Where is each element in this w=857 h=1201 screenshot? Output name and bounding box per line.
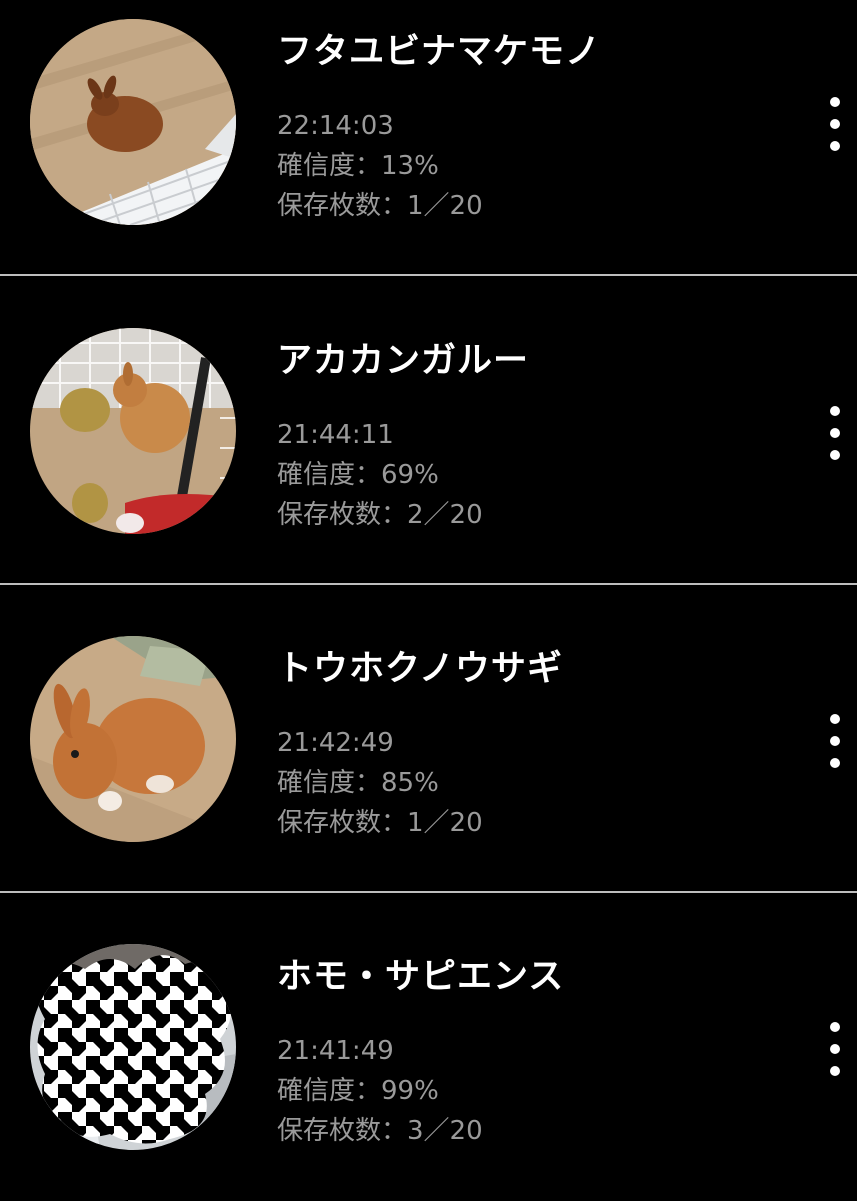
result-details: 21:44:11 確信度：69% 保存枚数：2／20 <box>277 415 483 535</box>
list-item[interactable]: アカカンガルー 21:44:11 確信度：69% 保存枚数：2／20 <box>0 277 857 585</box>
more-vertical-icon[interactable] <box>815 404 855 466</box>
thumbnail-image <box>30 19 236 225</box>
list-item[interactable]: ホモ・サピエンス 21:41:49 確信度：99% 保存枚数：3／20 <box>0 893 857 1201</box>
result-list: フタユビナマケモノ 22:14:03 確信度：13% 保存枚数：1／20 アカカ… <box>0 0 857 1201</box>
capture-time: 21:41:49 <box>277 1036 394 1066</box>
species-name: フタユビナマケモノ <box>277 32 602 72</box>
capture-time: 21:42:49 <box>277 728 394 758</box>
confidence: 確信度：99% <box>277 1076 439 1106</box>
more-vertical-icon[interactable] <box>815 95 855 157</box>
saved-count: 保存枚数：1／20 <box>277 808 483 838</box>
divider <box>0 274 857 276</box>
confidence: 確信度：13% <box>277 151 439 181</box>
thumbnail-image <box>30 944 236 1150</box>
capture-time: 21:44:11 <box>277 420 394 450</box>
thumbnail-image <box>30 636 236 842</box>
menu-dot <box>830 141 840 151</box>
confidence: 確信度：85% <box>277 768 439 798</box>
species-name: ホモ・サピエンス <box>277 957 565 997</box>
result-details: 21:42:49 確信度：85% 保存枚数：1／20 <box>277 723 483 843</box>
species-name: アカカンガルー <box>277 341 530 381</box>
menu-dot <box>830 450 840 460</box>
menu-dot <box>830 1044 840 1054</box>
menu-dot <box>830 758 840 768</box>
saved-count: 保存枚数：2／20 <box>277 500 483 530</box>
capture-time: 22:14:03 <box>277 111 394 141</box>
list-item[interactable]: トウホクノウサギ 21:42:49 確信度：85% 保存枚数：1／20 <box>0 585 857 893</box>
more-vertical-icon[interactable] <box>815 712 855 774</box>
saved-count: 保存枚数：3／20 <box>277 1116 483 1146</box>
menu-dot <box>830 119 840 129</box>
menu-dot <box>830 1066 840 1076</box>
result-details: 22:14:03 確信度：13% 保存枚数：1／20 <box>277 106 483 226</box>
thumbnail-image <box>30 328 236 534</box>
menu-dot <box>830 736 840 746</box>
menu-dot <box>830 1022 840 1032</box>
more-vertical-icon[interactable] <box>815 1020 855 1082</box>
menu-dot <box>830 428 840 438</box>
confidence: 確信度：69% <box>277 460 439 490</box>
saved-count: 保存枚数：1／20 <box>277 191 483 221</box>
menu-dot <box>830 97 840 107</box>
menu-dot <box>830 406 840 416</box>
list-item[interactable]: フタユビナマケモノ 22:14:03 確信度：13% 保存枚数：1／20 <box>0 0 857 276</box>
species-name: トウホクノウサギ <box>277 649 563 689</box>
result-details: 21:41:49 確信度：99% 保存枚数：3／20 <box>277 1031 483 1151</box>
menu-dot <box>830 714 840 724</box>
